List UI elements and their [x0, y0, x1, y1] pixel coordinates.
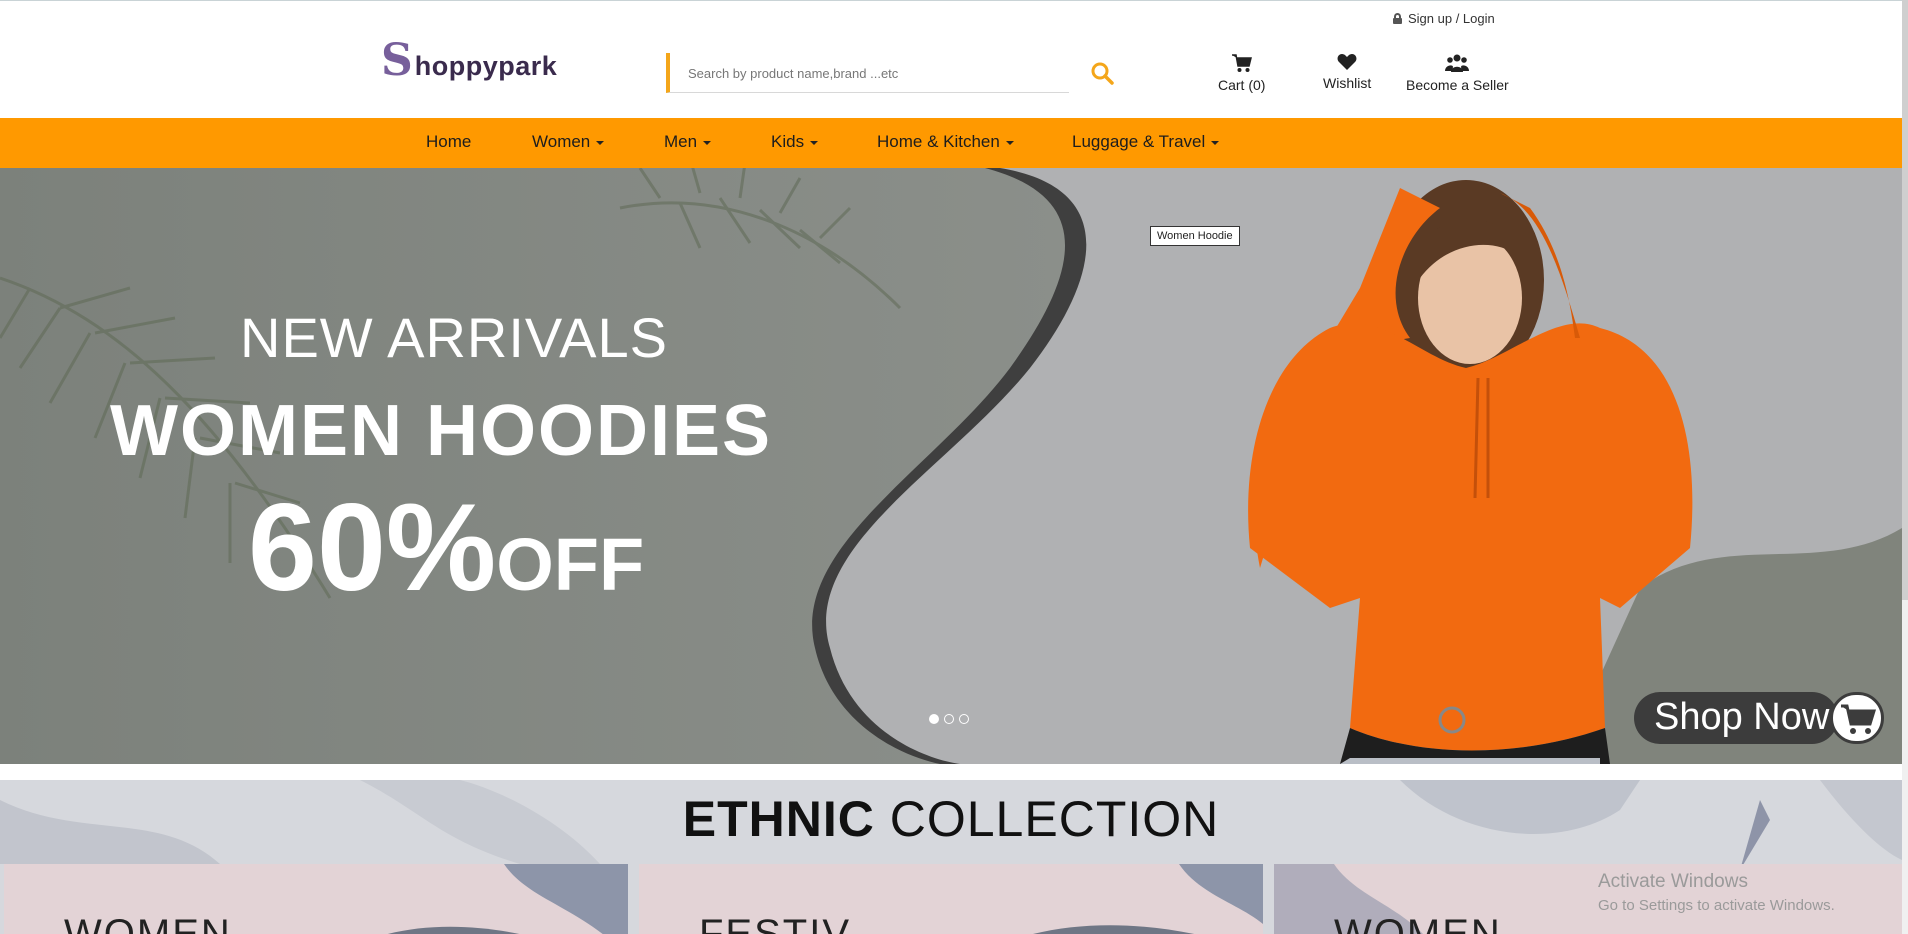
- caret-down-icon: [1211, 140, 1220, 145]
- signup-login-link[interactable]: Sign up / Login: [1393, 11, 1495, 26]
- users-icon: [1445, 54, 1470, 72]
- section-title: ETHNIC COLLECTION: [682, 791, 1220, 847]
- nav-item-luggage-travel[interactable]: Luggage & Travel: [1072, 118, 1220, 168]
- nav-item-men[interactable]: Men: [664, 118, 712, 168]
- caret-down-icon: [1005, 140, 1014, 145]
- hero-banner[interactable]: NEW ARRIVALS WOMEN HOODIES 60%OFF Women …: [0, 168, 1902, 764]
- become-seller-link[interactable]: Become a Seller: [1406, 53, 1509, 93]
- nav-item-home[interactable]: Home: [426, 118, 471, 168]
- hero-title: WOMEN HOODIES: [110, 391, 773, 471]
- logo-initial: SS: [381, 35, 413, 86]
- signup-login-label: Sign up / Login: [1408, 11, 1495, 26]
- hero-discount: 60%OFF: [248, 479, 645, 617]
- watermark-title: Activate Windows: [1598, 871, 1748, 892]
- carousel-dot-3[interactable]: [959, 714, 969, 724]
- become-seller-label: Become a Seller: [1406, 77, 1509, 93]
- page: Sign up / Login SS hoppypark Cart (0): [0, 0, 1902, 934]
- site-header: Sign up / Login SS hoppypark Cart (0): [0, 1, 1902, 117]
- shop-now-button[interactable]: Shop Now: [1634, 692, 1886, 744]
- main-nav: Home Women Men Kids Home & Kitchen Lugga…: [0, 118, 1902, 168]
- watermark-subtitle: Go to Settings to activate Windows.: [1598, 897, 1835, 914]
- shop-now-label: Shop Now: [1634, 692, 1838, 744]
- wishlist-label: Wishlist: [1323, 75, 1372, 91]
- logo-text: hoppypark: [414, 51, 558, 81]
- wishlist-link[interactable]: Wishlist: [1323, 53, 1371, 91]
- heart-icon: [1337, 54, 1357, 70]
- site-logo[interactable]: SS hoppypark: [381, 35, 558, 86]
- shopping-cart-icon: [1830, 692, 1884, 744]
- hero-subtitle: NEW ARRIVALS: [240, 306, 668, 369]
- search-input[interactable]: [670, 53, 1070, 93]
- caret-down-icon: [810, 140, 819, 145]
- carousel-dot-2[interactable]: [944, 714, 954, 724]
- carousel-dot-1[interactable]: [929, 714, 939, 724]
- collection-card-label: WOMEN: [1334, 912, 1502, 934]
- nav-item-kids[interactable]: Kids: [771, 118, 819, 168]
- nav-item-home-kitchen[interactable]: Home & Kitchen: [877, 118, 1014, 168]
- cart-label: Cart (0): [1218, 77, 1266, 93]
- lock-icon: [1393, 13, 1402, 24]
- search-bar: [666, 53, 1070, 93]
- vertical-scrollbar[interactable]: [1902, 0, 1908, 934]
- windows-activation-watermark: Activate Windows Go to Settings to activ…: [1598, 871, 1835, 914]
- caret-down-icon: [703, 140, 712, 145]
- carousel-dots: [929, 714, 969, 724]
- hero-tooltip: Women Hoodie: [1150, 226, 1240, 246]
- collection-card-label: FESTIV: [699, 912, 852, 934]
- cart-icon: [1231, 54, 1252, 72]
- collection-card-label: WOMEN: [64, 912, 232, 934]
- search-button[interactable]: [1090, 61, 1114, 85]
- cart-link[interactable]: Cart (0): [1218, 53, 1265, 93]
- caret-down-icon: [596, 140, 605, 145]
- nav-item-women[interactable]: Women: [532, 118, 605, 168]
- collection-card[interactable]: WOMEN: [4, 864, 628, 934]
- scrollbar-thumb[interactable]: [1902, 0, 1908, 600]
- collection-card[interactable]: FESTIV: [639, 864, 1263, 934]
- search-icon: [1091, 62, 1114, 85]
